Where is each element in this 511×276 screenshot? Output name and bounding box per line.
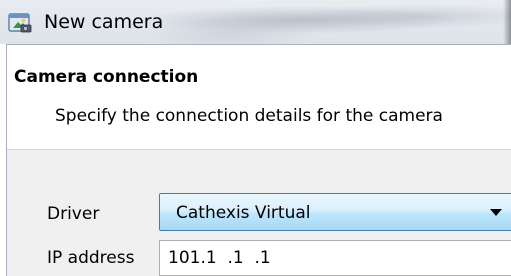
window-title: New camera — [44, 11, 164, 33]
driver-label: Driver — [47, 204, 100, 224]
connection-form: Driver Cathexis Virtual IP address 101.1… — [7, 150, 511, 276]
ip-address-value: 101.1 .1 .1 — [168, 248, 271, 268]
ip-address-label: IP address — [47, 248, 135, 268]
chevron-down-icon[interactable] — [490, 209, 502, 216]
window-title-bar[interactable]: New camera — [0, 0, 511, 44]
title-bar-edge — [503, 0, 511, 44]
driver-select-value: Cathexis Virtual — [176, 203, 311, 223]
new-camera-app-icon — [8, 13, 32, 33]
driver-select[interactable]: Cathexis Virtual — [159, 193, 511, 231]
page-title: Camera connection — [14, 67, 199, 87]
wizard-header: Camera connection Specify the connection… — [7, 45, 511, 150]
dialog-client-area: Camera connection Specify the connection… — [6, 44, 511, 276]
ip-address-field[interactable]: 101.1 .1 .1 — [159, 240, 511, 276]
page-subtitle: Specify the connection details for the c… — [55, 106, 443, 126]
